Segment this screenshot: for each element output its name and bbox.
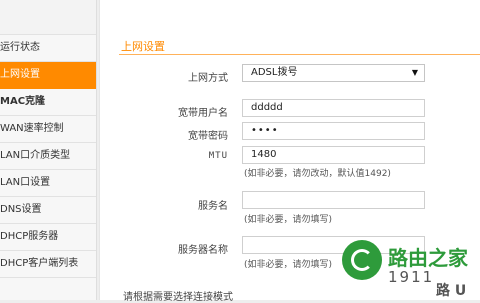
watermark-title: 路由之家: [388, 246, 468, 270]
section-divider: [119, 54, 480, 55]
sidebar-item-dhcp-clients[interactable]: DHCP客户端列表: [0, 251, 96, 278]
sidebar-item-mac-clone[interactable]: MAC克隆: [0, 89, 96, 116]
mtu-note: (如非必要，请勿改动，默认值1492): [244, 169, 391, 179]
sidebar-item-lan-media-type[interactable]: LAN口介质类型: [0, 143, 96, 170]
mtu-input[interactable]: 1480: [242, 146, 425, 164]
service-name-note: (如非必要，请勿填写): [244, 215, 333, 225]
sidebar-item-lan-settings[interactable]: LAN口设置: [0, 170, 96, 197]
username-input[interactable]: ddddd: [242, 99, 425, 117]
sidebar-item-dhcp-server[interactable]: DHCP服务器: [0, 224, 96, 251]
sidebar-item-internet-settings[interactable]: 上网设置: [0, 62, 96, 89]
username-label: 宽带用户名: [178, 108, 228, 119]
service-name-input[interactable]: [242, 191, 425, 209]
wan-type-value: ADSL拨号: [251, 67, 298, 78]
section-title: 上网设置: [121, 40, 165, 53]
service-name-label: 服务名: [198, 201, 228, 212]
wan-type-select[interactable]: ADSL拨号 ▼: [242, 64, 425, 82]
wan-type-label: 上网方式: [188, 73, 228, 84]
sidebar-header: [0, 0, 96, 35]
password-input[interactable]: ••••: [242, 122, 425, 140]
sidebar-item-status[interactable]: 运行状态: [0, 35, 96, 62]
dropdown-arrow-icon: ▼: [411, 68, 418, 77]
server-name-label: 服务器名称: [178, 245, 228, 256]
sidebar-item-dns-settings[interactable]: DNS设置: [0, 197, 96, 224]
watermark-sub: 1911: [388, 268, 435, 286]
sidebar-item-wan-rate-control[interactable]: WAN速率控制: [0, 116, 96, 143]
sidebar: 运行状态 上网设置 MAC克隆 WAN速率控制 LAN口介质类型 LAN口设置 …: [0, 0, 97, 300]
server-name-note: (如非必要，请勿填写): [244, 260, 333, 270]
password-label: 宽带密码: [188, 131, 228, 142]
watermark-extra: 路 U: [436, 283, 467, 299]
mtu-label: MTU: [208, 151, 228, 161]
connection-mode-text: 请根据需要选择连接模式: [123, 292, 233, 303]
watermark-logo: 路由之家 1911 路 U: [336, 236, 480, 300]
watermark-logo-icon: [342, 240, 382, 280]
